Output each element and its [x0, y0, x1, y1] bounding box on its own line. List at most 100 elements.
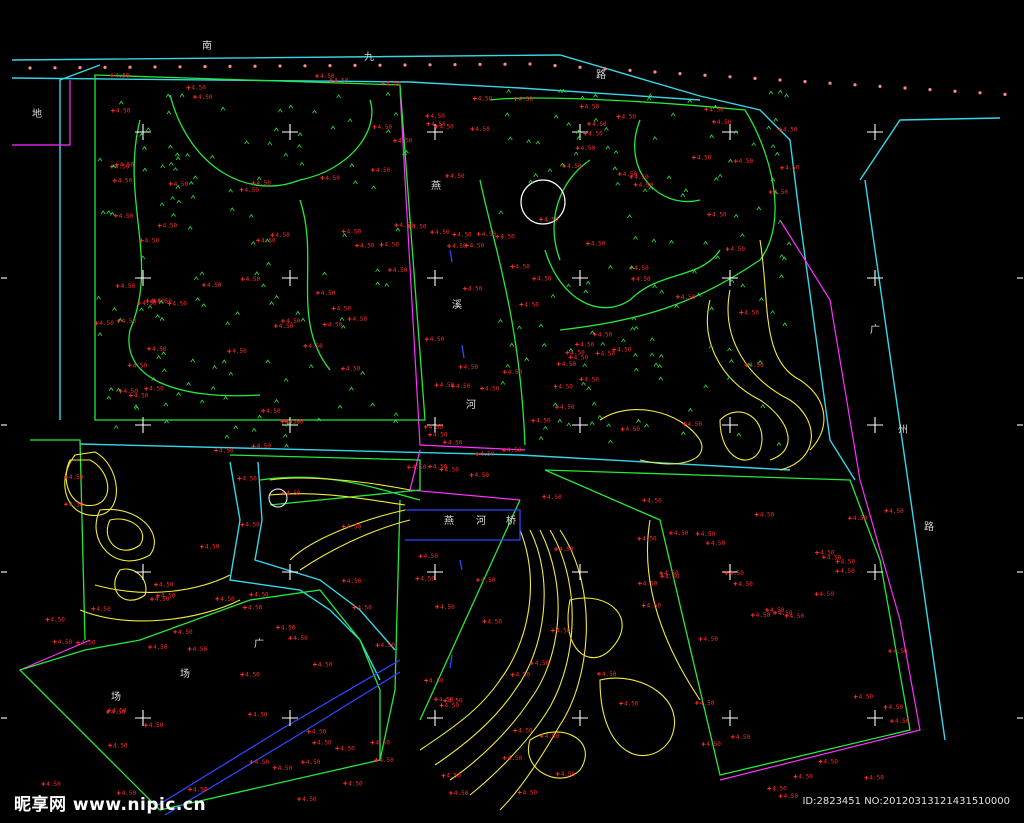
label-lower-1: 广 — [254, 638, 264, 650]
svg-text:4.50: 4.50 — [584, 376, 599, 383]
svg-text:4.50: 4.50 — [537, 276, 552, 283]
svg-text:4.50: 4.50 — [464, 364, 479, 371]
svg-text:4.50: 4.50 — [482, 231, 497, 238]
svg-text:4.50: 4.50 — [487, 618, 502, 625]
svg-text:4.50: 4.50 — [626, 426, 641, 433]
road-marker-dot — [428, 63, 432, 67]
svg-text:4.50: 4.50 — [116, 108, 131, 115]
svg-text:4.50: 4.50 — [485, 386, 500, 393]
svg-text:4.50: 4.50 — [524, 301, 539, 308]
road-marker-dot — [728, 75, 732, 79]
road-marker-dot — [353, 63, 357, 67]
svg-text:4.50: 4.50 — [448, 698, 463, 705]
svg-text:4.50: 4.50 — [500, 234, 515, 241]
svg-text:4.50: 4.50 — [580, 341, 595, 348]
svg-text:4.50: 4.50 — [286, 418, 301, 425]
road-marker-dot — [103, 65, 107, 69]
svg-text:4.50: 4.50 — [133, 362, 148, 369]
svg-text:4.50: 4.50 — [508, 755, 523, 762]
label-left-edge: 地 — [32, 107, 42, 120]
svg-text:4.50: 4.50 — [869, 775, 884, 782]
svg-text:4.50: 4.50 — [191, 85, 206, 92]
svg-text:4.50: 4.50 — [623, 171, 638, 178]
road-marker-dot — [878, 84, 882, 88]
svg-text:4.50: 4.50 — [119, 213, 134, 220]
svg-text:4.50: 4.50 — [429, 677, 444, 684]
svg-text:4.50: 4.50 — [602, 671, 617, 678]
svg-text:4.50: 4.50 — [207, 282, 222, 289]
svg-text:4.50: 4.50 — [159, 582, 174, 589]
svg-text:4.50: 4.50 — [257, 443, 272, 450]
svg-text:4.50: 4.50 — [636, 276, 651, 283]
svg-text:4.50: 4.50 — [245, 522, 260, 529]
svg-text:4.50: 4.50 — [380, 642, 395, 649]
road-marker-dot — [153, 65, 157, 69]
svg-text:4.50: 4.50 — [893, 648, 908, 655]
svg-text:4.50: 4.50 — [232, 348, 247, 355]
svg-text:4.50: 4.50 — [545, 733, 560, 740]
road-marker-dot — [903, 86, 907, 90]
road-marker-dot — [553, 64, 557, 68]
svg-text:4.50: 4.50 — [115, 73, 130, 80]
svg-text:4.50: 4.50 — [145, 238, 160, 245]
svg-text:4.50: 4.50 — [798, 774, 813, 781]
svg-text:4.50: 4.50 — [561, 771, 576, 778]
svg-text:4.50: 4.50 — [325, 175, 340, 182]
svg-text:4.50: 4.50 — [516, 672, 531, 679]
svg-text:4.50: 4.50 — [560, 404, 575, 411]
svg-text:4.50: 4.50 — [172, 301, 187, 308]
svg-text:4.50: 4.50 — [115, 163, 130, 170]
svg-text:4.50: 4.50 — [376, 167, 391, 174]
svg-text:4.50: 4.50 — [161, 593, 176, 600]
svg-text:4.50: 4.50 — [456, 383, 471, 390]
svg-text:4.50: 4.50 — [717, 119, 732, 126]
svg-text:4.50: 4.50 — [99, 320, 114, 327]
svg-text:4.50: 4.50 — [149, 386, 164, 393]
svg-text:4.50: 4.50 — [448, 439, 463, 446]
road-marker-dot — [178, 65, 182, 69]
svg-text:4.50: 4.50 — [306, 759, 321, 766]
svg-text:4.50: 4.50 — [198, 94, 213, 101]
svg-text:4.50: 4.50 — [348, 780, 363, 787]
svg-text:4.50: 4.50 — [784, 793, 799, 800]
svg-text:4.50: 4.50 — [255, 759, 270, 766]
svg-text:4.50: 4.50 — [562, 361, 577, 368]
svg-text:4.50: 4.50 — [124, 388, 139, 395]
svg-text:4.50: 4.50 — [346, 366, 361, 373]
svg-text:4.50: 4.50 — [433, 432, 448, 439]
svg-text:4.50: 4.50 — [58, 639, 73, 646]
svg-text:4.50: 4.50 — [163, 223, 178, 230]
svg-text:4.50: 4.50 — [739, 158, 754, 165]
svg-text:4.50: 4.50 — [481, 577, 496, 584]
road-marker-dot — [978, 91, 982, 95]
svg-text:4.50: 4.50 — [778, 610, 793, 617]
svg-text:4.50: 4.50 — [664, 570, 679, 577]
svg-text:4.50: 4.50 — [515, 263, 530, 270]
svg-text:4.50: 4.50 — [729, 570, 744, 577]
road-marker-dot — [853, 83, 857, 87]
svg-text:4.50: 4.50 — [681, 294, 696, 301]
svg-text:4.50: 4.50 — [256, 180, 271, 187]
svg-text:4.50: 4.50 — [254, 592, 269, 599]
svg-text:4.50: 4.50 — [337, 305, 352, 312]
svg-text:4.50: 4.50 — [820, 591, 835, 598]
svg-text:4.50: 4.50 — [736, 734, 751, 741]
road-marker-dot — [528, 62, 532, 66]
svg-text:4.50: 4.50 — [286, 318, 301, 325]
svg-text:4.50: 4.50 — [430, 336, 445, 343]
svg-text:4.50: 4.50 — [643, 580, 658, 587]
svg-text:4.50: 4.50 — [50, 617, 65, 624]
svg-text:4.50: 4.50 — [523, 790, 538, 797]
road-marker-dot — [303, 64, 307, 68]
svg-text:4.50: 4.50 — [624, 700, 639, 707]
svg-text:4.50: 4.50 — [598, 331, 613, 338]
svg-text:4.50: 4.50 — [220, 596, 235, 603]
svg-text:4.50: 4.50 — [347, 578, 362, 585]
svg-text:4.50: 4.50 — [122, 318, 137, 325]
svg-text:4.50: 4.50 — [430, 113, 445, 120]
svg-text:4.50: 4.50 — [536, 418, 551, 425]
road-marker-dot — [278, 64, 282, 68]
svg-text:4.50: 4.50 — [412, 223, 427, 230]
svg-text:4.50: 4.50 — [454, 790, 469, 797]
svg-text:4.50: 4.50 — [219, 447, 234, 454]
